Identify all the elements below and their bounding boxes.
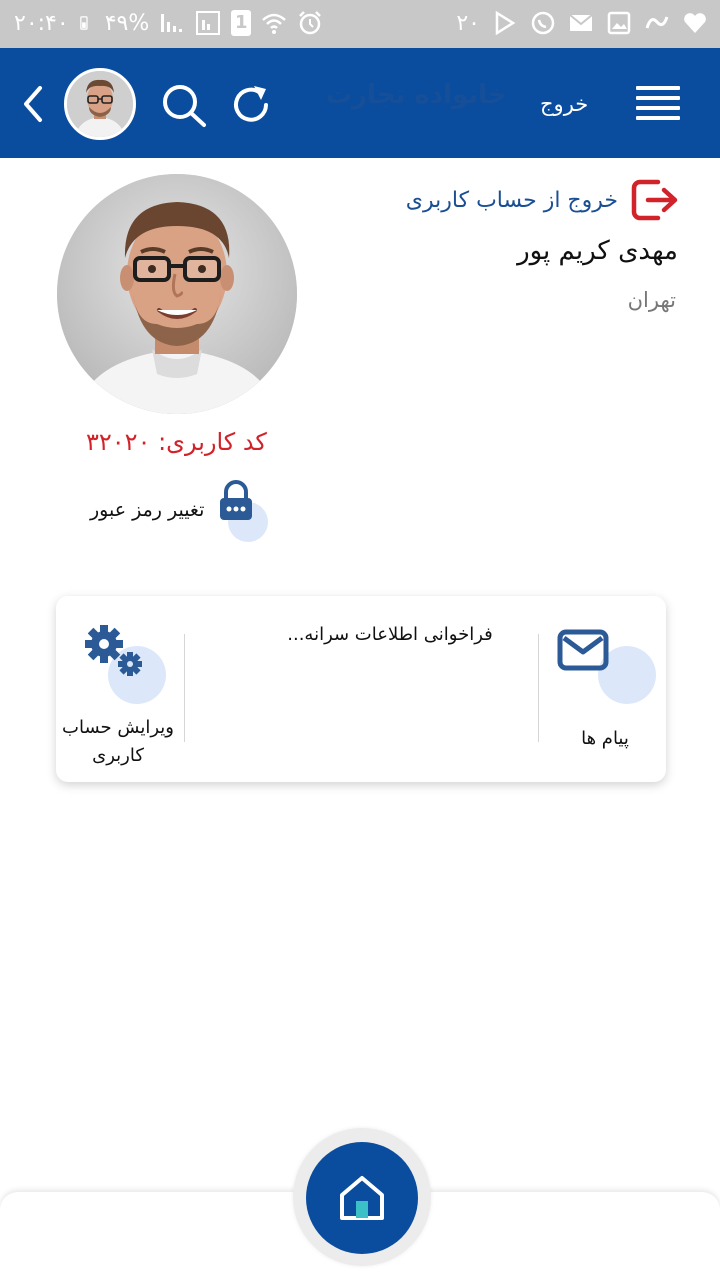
logout-icon — [631, 179, 678, 221]
home-button[interactable] — [306, 1142, 418, 1254]
status-bar: ۲۰:۴۰ ۴۹% 1 ۲۰ — [0, 0, 720, 48]
user-city: تهران — [627, 288, 676, 312]
actions-card: ویرایش حساب کاربری فراخوانی اطلاعات سران… — [56, 596, 666, 782]
card-divider-left — [184, 634, 185, 742]
home-icon — [340, 1176, 384, 1220]
lock-icon-wrap — [216, 480, 272, 542]
header-avatar[interactable] — [64, 68, 136, 140]
back-icon[interactable] — [18, 84, 48, 124]
profile-photo — [57, 174, 297, 414]
avatar-image — [67, 71, 133, 137]
profile-photo-image — [57, 174, 297, 414]
account-logout-button[interactable]: خروج از حساب کاربری — [406, 178, 680, 222]
search-icon[interactable] — [160, 82, 208, 128]
header-logout-link[interactable]: خروج — [540, 92, 588, 116]
menu-icon[interactable] — [636, 86, 680, 120]
change-password-label: تغییر رمز عبور — [90, 499, 205, 521]
status-notif-count: ۲۰ — [456, 10, 480, 36]
status-right: ۲۰ — [456, 10, 708, 36]
whatsapp-icon — [531, 11, 555, 35]
status-time: ۲۰:۴۰ — [14, 10, 69, 36]
play-store-icon — [495, 10, 516, 36]
app-header: خانواده تجارت خروج — [0, 48, 720, 158]
user-name: مهدی کریم پور — [517, 236, 678, 266]
email-icon — [569, 14, 593, 31]
messages-button[interactable]: پیام ها — [550, 622, 660, 772]
change-password-button[interactable]: تغییر رمز عبور — [90, 480, 272, 542]
edit-account-label-line2: کاربری — [92, 745, 144, 766]
app-icon — [645, 16, 669, 29]
status-left: ۲۰:۴۰ ۴۹% 1 — [14, 10, 323, 36]
card-loading-text: فراخوانی اطلاعات سرانه... — [287, 624, 493, 645]
wifi-icon — [262, 13, 287, 34]
health-icon — [684, 13, 706, 33]
battery-icon — [79, 16, 88, 30]
sim-icon: 1 — [231, 10, 252, 36]
user-code: کد کاربری: ۳۲۰۲۰ — [86, 428, 267, 456]
edit-account-label-line1: ویرایش حساب — [62, 717, 174, 738]
card-divider-right — [538, 634, 539, 742]
status-battery: ۴۹% — [104, 10, 150, 36]
signal-box-icon — [196, 11, 221, 35]
signal-icon — [161, 14, 183, 32]
edit-account-button[interactable]: ویرایش حساب کاربری — [58, 622, 178, 772]
gallery-icon — [607, 11, 631, 35]
brand-logo: خانواده تجارت — [326, 80, 507, 110]
account-logout-label: خروج از حساب کاربری — [405, 187, 618, 213]
gears-icon — [85, 625, 142, 676]
lock-icon — [220, 480, 253, 520]
mail-icon — [557, 629, 609, 671]
alarm-icon — [299, 11, 322, 35]
refresh-icon[interactable] — [228, 82, 274, 128]
edit-account-label: ویرایش حساب کاربری — [58, 714, 178, 770]
messages-label: پیام ها — [581, 728, 629, 749]
